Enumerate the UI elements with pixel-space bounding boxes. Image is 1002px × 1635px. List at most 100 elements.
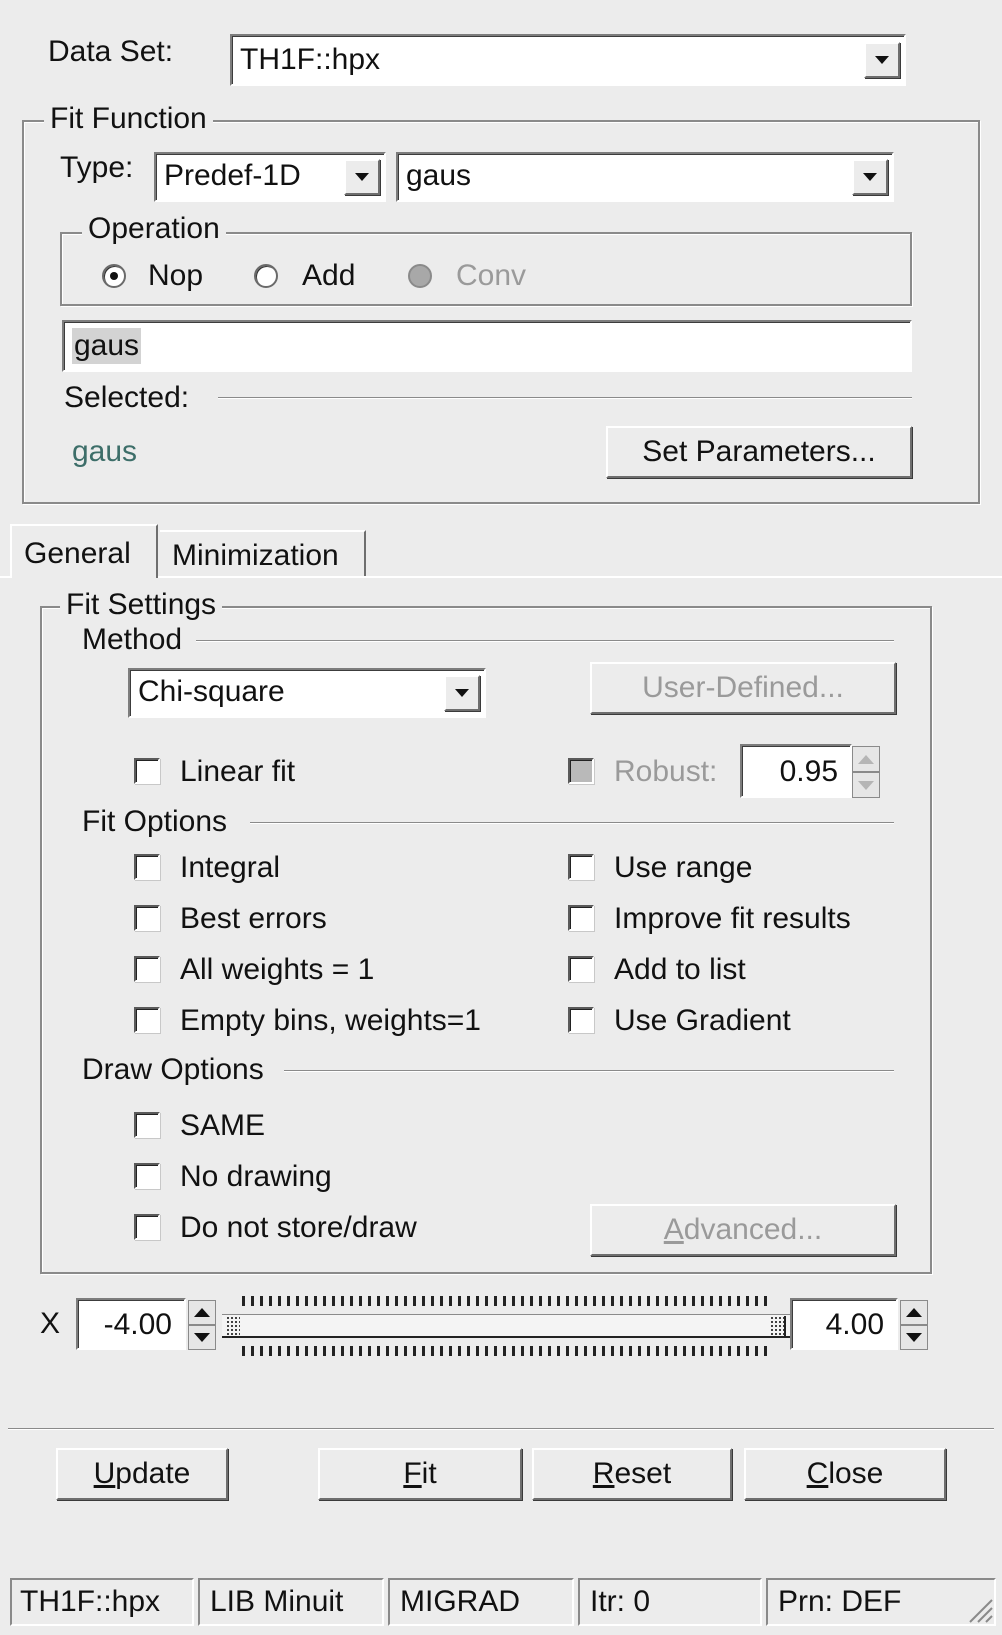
range-slider-max-handle[interactable] [770, 1316, 786, 1336]
set-parameters-button[interactable]: Set Parameters... [606, 426, 912, 478]
type-combobox[interactable]: Predef-1D [154, 152, 386, 202]
tab-minimization[interactable]: Minimization [160, 530, 366, 576]
function-combobox[interactable]: gaus [396, 152, 894, 202]
set-parameters-label: Set Parameters... [642, 435, 876, 468]
selected-separator [218, 397, 912, 399]
fit-mnemonic: F [403, 1457, 422, 1490]
same-checkbox[interactable]: SAME [134, 1108, 434, 1144]
close-label: Close [746, 1450, 944, 1498]
integral-checkbox[interactable]: Integral [134, 850, 534, 886]
add-to-list-checkbox[interactable]: Add to list [568, 952, 888, 988]
method-value: Chi-square [138, 675, 285, 708]
fit-options-title: Fit Options [82, 805, 228, 838]
range-min-spinner[interactable] [188, 1300, 216, 1350]
robust-label: Robust: [614, 755, 718, 788]
operation-title: Operation [82, 212, 226, 246]
no-drawing-checkbox[interactable]: No drawing [134, 1159, 434, 1195]
linear-fit-box[interactable] [134, 758, 160, 784]
do-not-store-checkbox[interactable]: Do not store/draw [134, 1210, 474, 1246]
radio-conv-indicator [408, 264, 432, 288]
range-slider[interactable] [222, 1296, 790, 1358]
robust-box [568, 758, 594, 784]
radio-nop[interactable]: Nop [102, 258, 222, 294]
improve-fit-box[interactable] [568, 905, 594, 931]
robust-checkbox: Robust: [568, 754, 738, 790]
chevron-down-icon[interactable] [852, 159, 888, 195]
dataset-combobox[interactable]: TH1F::hpx [230, 34, 906, 86]
best-errors-box[interactable] [134, 905, 160, 931]
add-to-list-box[interactable] [568, 956, 594, 982]
reset-rest: eset [614, 1457, 672, 1490]
chevron-down-icon[interactable] [444, 675, 480, 711]
robust-spin-down [852, 772, 880, 798]
resize-grip-icon[interactable] [964, 1594, 994, 1624]
reset-button[interactable]: Reset [532, 1448, 732, 1500]
status-dataset: TH1F::hpx [10, 1578, 194, 1626]
linear-fit-checkbox[interactable]: Linear fit [134, 754, 394, 790]
formula-input[interactable]: gaus [62, 320, 912, 372]
robust-value: 0.95 [779, 755, 838, 788]
do-not-store-box[interactable] [134, 1214, 160, 1240]
dataset-label: Data Set: [48, 35, 174, 68]
radio-add-indicator[interactable] [254, 264, 278, 288]
range-max-down[interactable] [900, 1325, 928, 1350]
range-min-up[interactable] [188, 1300, 216, 1325]
status-print: Prn: DEF [766, 1578, 996, 1626]
function-value: gaus [406, 159, 472, 192]
selected-label: Selected: [64, 381, 190, 414]
use-gradient-label: Use Gradient [614, 1004, 791, 1037]
robust-spinner [852, 746, 880, 798]
use-gradient-checkbox[interactable]: Use Gradient [568, 1003, 888, 1039]
radio-add-label: Add [302, 259, 356, 292]
tab-minimization-label: Minimization [172, 539, 339, 572]
use-range-box[interactable] [568, 854, 594, 880]
chevron-down-icon[interactable] [344, 159, 380, 195]
range-slider-min-handle[interactable] [226, 1316, 240, 1336]
range-max-spinner[interactable] [900, 1300, 928, 1350]
same-box[interactable] [134, 1112, 160, 1138]
type-value: Predef-1D [164, 159, 301, 192]
empty-bins-checkbox[interactable]: Empty bins, weights=1 [134, 1003, 534, 1039]
radio-add[interactable]: Add [254, 258, 384, 294]
range-min-down[interactable] [188, 1325, 216, 1350]
advanced-button: Advanced... [590, 1204, 896, 1256]
chevron-down-icon[interactable] [864, 42, 900, 78]
radio-nop-indicator[interactable] [102, 264, 126, 288]
tab-general[interactable]: General [10, 524, 158, 578]
range-max-field[interactable]: 4.00 [790, 1298, 898, 1350]
fit-options-separator [250, 822, 894, 824]
integral-box[interactable] [134, 854, 160, 880]
best-errors-checkbox[interactable]: Best errors [134, 901, 534, 937]
improve-fit-checkbox[interactable]: Improve fit results [568, 901, 888, 937]
radio-nop-label: Nop [148, 259, 204, 292]
method-combobox[interactable]: Chi-square [128, 668, 486, 718]
update-rest: pdate [115, 1457, 191, 1490]
tab-general-label: General [24, 537, 131, 570]
fit-button[interactable]: Fit [318, 1448, 522, 1500]
user-defined-button: User-Defined... [590, 662, 896, 714]
draw-options-separator [284, 1070, 894, 1072]
range-slider-track [222, 1314, 790, 1338]
method-separator [196, 640, 894, 642]
all-weights-checkbox[interactable]: All weights = 1 [134, 952, 534, 988]
radio-conv-label: Conv [456, 259, 527, 292]
robust-spin-up [852, 746, 880, 772]
improve-fit-label: Improve fit results [614, 902, 851, 935]
fit-label: Fit [320, 1450, 520, 1498]
close-button[interactable]: Close [744, 1448, 946, 1500]
update-label: Update [58, 1450, 226, 1498]
use-range-checkbox[interactable]: Use range [568, 850, 888, 886]
range-min-field[interactable]: -4.00 [76, 1298, 186, 1350]
fit-rest: it [421, 1457, 437, 1490]
use-gradient-box[interactable] [568, 1007, 594, 1033]
best-errors-label: Best errors [180, 902, 327, 935]
update-button[interactable]: Update [56, 1448, 228, 1500]
update-mnemonic: U [93, 1457, 116, 1490]
integral-label: Integral [180, 851, 281, 884]
empty-bins-label: Empty bins, weights=1 [180, 1004, 481, 1037]
range-max-up[interactable] [900, 1300, 928, 1325]
close-rest: lose [828, 1457, 884, 1490]
all-weights-box[interactable] [134, 956, 160, 982]
no-drawing-box[interactable] [134, 1163, 160, 1189]
empty-bins-box[interactable] [134, 1007, 160, 1033]
